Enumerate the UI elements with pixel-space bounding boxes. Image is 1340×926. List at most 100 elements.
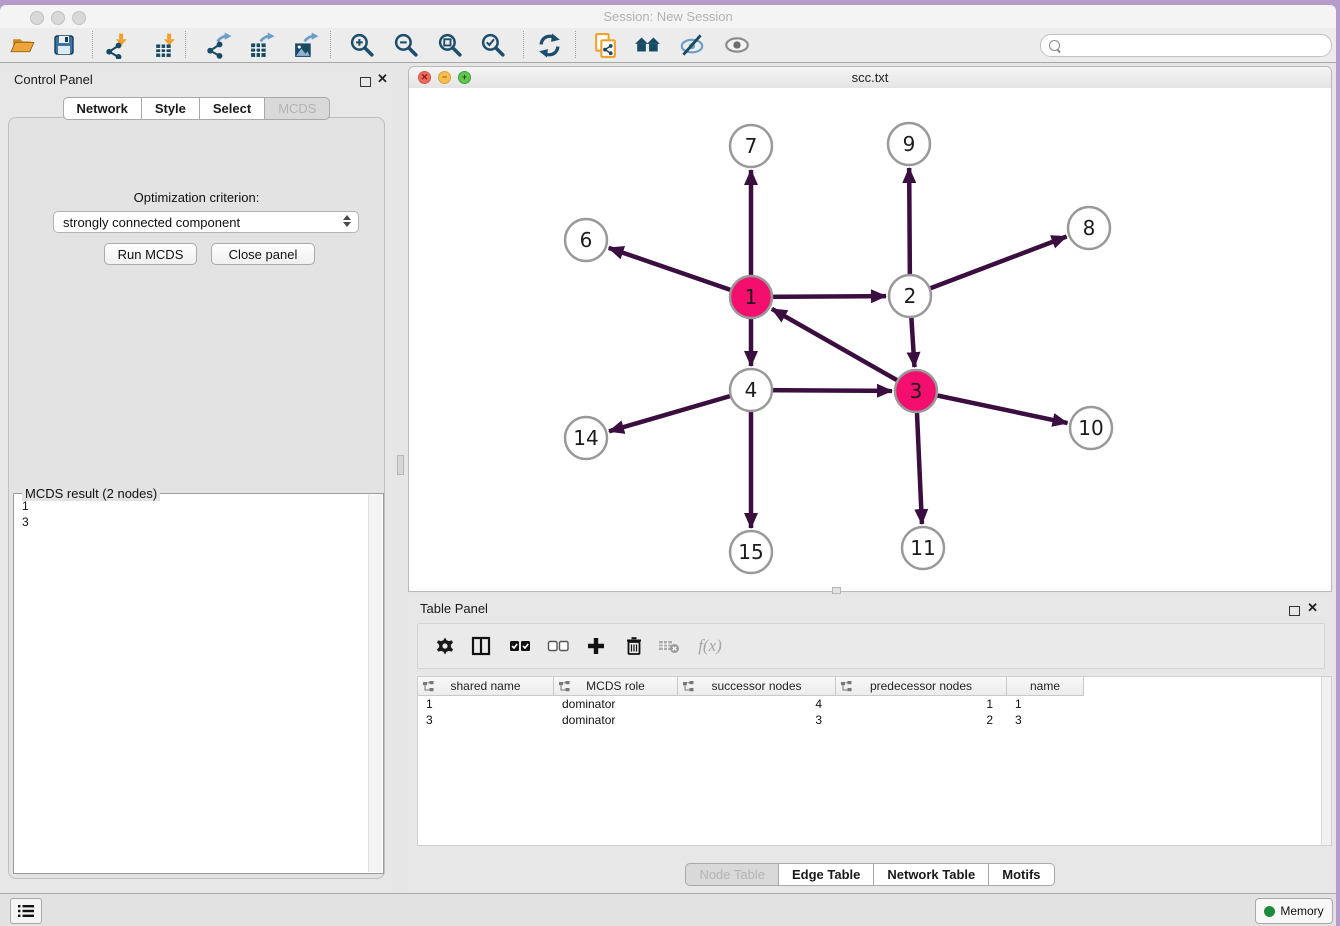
tab-select[interactable]: Select (200, 97, 265, 120)
memory-status-icon (1264, 906, 1275, 917)
memory-button[interactable]: Memory (1255, 898, 1333, 924)
tab-network[interactable]: Network (63, 97, 142, 120)
application-window: Session: New Session (0, 0, 1340, 926)
cell-predecessor-nodes: 1 (836, 696, 1007, 712)
search-input[interactable] (1066, 38, 1331, 54)
graph-node-14[interactable]: 14 (565, 417, 607, 459)
hierarchy-icon (559, 681, 570, 692)
zoom-out-icon[interactable] (391, 30, 421, 60)
zoom-fit-icon[interactable] (435, 30, 465, 60)
network-overview-icon[interactable] (633, 30, 663, 60)
node-label: 3 (910, 379, 923, 403)
toolbar-separator (523, 31, 524, 58)
optimization-criterion-label: Optimization criterion: (9, 190, 384, 205)
deselect-all-icon[interactable] (546, 634, 570, 658)
mcds-result-group: MCDS result (2 nodes) 1 3 (13, 493, 384, 874)
toolbar-separator (330, 31, 331, 58)
tab-style[interactable]: Style (142, 97, 200, 120)
graph-node-2[interactable]: 2 (889, 275, 931, 317)
task-history-button[interactable] (10, 898, 42, 924)
node-label: 1 (745, 285, 758, 309)
close-panel-button[interactable]: Close panel (211, 243, 315, 265)
graph-node-6[interactable]: 6 (565, 219, 607, 261)
column-header-name[interactable]: name (1007, 677, 1084, 696)
column-header-successor-nodes[interactable]: successor nodes (678, 677, 836, 696)
edge-3-to-10[interactable] (916, 391, 1068, 423)
show-panels-eye-icon[interactable] (722, 30, 752, 60)
table-tab-network-table[interactable]: Network Table (874, 863, 989, 886)
graph-svg[interactable]: 7 9 6 8 1 2 4 3 14 10 15 11 (409, 88, 1331, 591)
optimization-criterion-dropdown[interactable]: strongly connected component (53, 211, 359, 233)
graph-node-4[interactable]: 4 (730, 369, 772, 411)
delete-columns-trash-icon[interactable] (622, 634, 646, 658)
edge-2-to-8[interactable] (910, 237, 1067, 296)
zoom-in-icon[interactable] (347, 30, 377, 60)
delete-table-icon[interactable] (657, 634, 681, 658)
table-tab-motifs[interactable]: Motifs (989, 863, 1054, 886)
export-table-icon[interactable] (246, 30, 276, 60)
table-tabs: Node TableEdge TableNetwork TableMotifs (408, 863, 1332, 886)
create-network-view-icon[interactable] (590, 30, 620, 60)
cell-predecessor-nodes: 2 (836, 712, 1007, 728)
network-canvas[interactable]: 7 9 6 8 1 2 4 3 14 10 15 11 (409, 88, 1331, 591)
refresh-icon[interactable] (534, 30, 564, 60)
open-session-icon[interactable] (7, 30, 37, 60)
graph-node-3[interactable]: 3 (895, 370, 937, 412)
mcds-result-title: MCDS result (2 nodes) (22, 486, 160, 501)
cell-name: 1 (1007, 696, 1084, 712)
add-column-icon[interactable] (584, 634, 608, 658)
cell-mcds-role: dominator (554, 696, 678, 712)
graph-node-1[interactable]: 1 (730, 276, 772, 318)
vertical-splitter-handle[interactable] (397, 455, 404, 475)
table-header: shared nameMCDS rolesuccessor nodesprede… (418, 677, 1331, 696)
export-network-icon[interactable] (203, 30, 233, 60)
import-table-icon[interactable] (150, 30, 180, 60)
graph-node-7[interactable]: 7 (730, 125, 772, 167)
table-settings-gear-icon[interactable] (433, 634, 457, 658)
close-panel-icon[interactable]: ✕ (377, 73, 388, 85)
hide-panels-eye-slash-icon[interactable] (677, 30, 707, 60)
column-header-predecessor-nodes[interactable]: predecessor nodes (836, 677, 1007, 696)
save-session-icon[interactable] (49, 30, 79, 60)
result-scrollbar[interactable] (368, 495, 382, 872)
table-row[interactable]: 1dominator411 (418, 696, 1331, 712)
node-label: 14 (573, 426, 598, 450)
table-tab-node-table[interactable]: Node Table (685, 863, 779, 886)
edge-1-to-6[interactable] (609, 248, 751, 297)
table-row[interactable]: 3dominator323 (418, 712, 1331, 728)
import-network-icon[interactable] (102, 30, 132, 60)
table-float-panel-icon[interactable] (1289, 603, 1300, 621)
edge-3-to-1[interactable] (772, 309, 916, 391)
cell-mcds-role: dominator (554, 712, 678, 728)
run-mcds-button[interactable]: Run MCDS (104, 243, 197, 265)
hierarchy-icon (423, 681, 434, 692)
network-window-titlebar[interactable]: ✕ − + scc.txt (409, 67, 1331, 89)
table-scrollbar[interactable] (1321, 677, 1331, 845)
tab-mcds[interactable]: MCDS (265, 97, 330, 120)
column-header-mcds-role[interactable]: MCDS role (554, 677, 678, 696)
toolbar-separator (185, 31, 186, 58)
graph-node-9[interactable]: 9 (888, 123, 930, 165)
column-header-shared-name[interactable]: shared name (418, 677, 554, 696)
graph-node-15[interactable]: 15 (730, 531, 772, 573)
dropdown-stepper-icon (343, 215, 351, 227)
equation-builder-icon[interactable]: f(x) (694, 634, 726, 658)
select-all-icon[interactable] (508, 634, 532, 658)
mcds-result-text: 1 3 (22, 498, 29, 530)
graph-node-10[interactable]: 10 (1070, 407, 1112, 449)
node-label: 6 (580, 228, 593, 252)
search-field[interactable] (1040, 34, 1332, 57)
zoom-selected-icon[interactable] (478, 30, 508, 60)
export-image-icon[interactable] (290, 30, 320, 60)
status-bar: Memory (0, 893, 1336, 926)
graph-node-11[interactable]: 11 (902, 527, 944, 569)
graph-node-8[interactable]: 8 (1068, 207, 1110, 249)
node-table[interactable]: shared nameMCDS rolesuccessor nodesprede… (417, 676, 1332, 846)
node-label: 2 (904, 284, 917, 308)
show-column-panel-icon[interactable] (469, 634, 493, 658)
float-panel-icon[interactable] (360, 74, 371, 92)
cell-shared-name: 3 (418, 712, 554, 728)
horizontal-splitter-handle[interactable] (832, 587, 841, 594)
table-tab-edge-table[interactable]: Edge Table (779, 863, 874, 886)
table-close-panel-icon[interactable]: ✕ (1307, 602, 1318, 614)
